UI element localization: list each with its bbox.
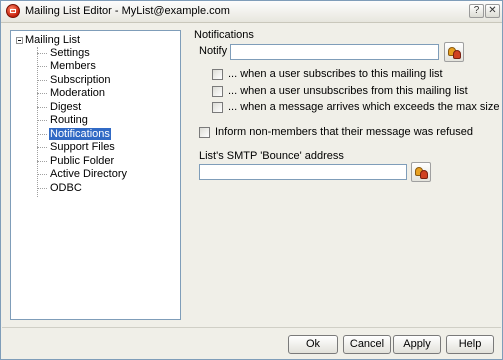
tree-item-label: Settings xyxy=(50,47,90,59)
tree-item-moderation[interactable]: Moderation xyxy=(37,87,106,100)
checkbox-label: Inform non-members that their message wa… xyxy=(215,126,474,138)
close-button[interactable]: ✕ xyxy=(485,4,500,18)
tree-item-label: Active Directory xyxy=(50,168,128,180)
tree-item-notifications[interactable]: Notifications xyxy=(37,128,111,141)
subscribe-notify-checkbox[interactable]: ... when a user subscribes to this maili… xyxy=(212,68,443,81)
tree-item-active-directory[interactable]: Active Directory xyxy=(37,168,128,181)
checkbox[interactable] xyxy=(199,126,210,138)
smtp-bounce-label: List's SMTP 'Bounce' address xyxy=(199,150,344,162)
tree-item-label: Notifications xyxy=(49,128,111,140)
tree-item-subscription[interactable]: Subscription xyxy=(37,74,112,87)
checkbox[interactable] xyxy=(212,68,223,80)
checkbox-label: ... when a user unsubscribes from this m… xyxy=(228,85,468,97)
smtp-address-book-button[interactable] xyxy=(411,162,431,182)
app-icon xyxy=(6,4,20,18)
checkbox-label: ... when a user subscribes to this maili… xyxy=(228,68,443,80)
title-bar[interactable]: Mailing List Editor - MyList@example.com… xyxy=(1,1,502,23)
smtp-bounce-input[interactable] xyxy=(199,164,407,180)
tree-item-settings[interactable]: Settings xyxy=(37,47,91,60)
help-button[interactable]: Help xyxy=(446,335,494,354)
tree-item-label: ODBC xyxy=(50,182,82,194)
tree-item-label: Subscription xyxy=(50,74,111,86)
inform-non-members-checkbox[interactable]: Inform non-members that their message wa… xyxy=(199,126,473,139)
notifications-group-label: Notifications xyxy=(194,29,254,41)
ok-button[interactable]: Ok xyxy=(288,335,338,354)
tree-item-public-folder[interactable]: Public Folder xyxy=(37,155,115,168)
checkbox[interactable] xyxy=(212,101,223,113)
notify-label: Notify xyxy=(199,45,228,57)
tree-item-label: Routing xyxy=(50,114,88,126)
tree-item-digest[interactable]: Digest xyxy=(37,101,82,114)
tree-item-routing[interactable]: Routing xyxy=(37,114,89,127)
help-title-button[interactable]: ? xyxy=(469,4,484,18)
max-size-notify-checkbox[interactable]: ... when a message arrives which exceeds… xyxy=(212,101,503,114)
checkbox[interactable] xyxy=(212,85,223,97)
tree-root-label: Mailing List xyxy=(25,34,81,46)
unsubscribe-notify-checkbox[interactable]: ... when a user unsubscribes from this m… xyxy=(212,85,468,98)
tree-item-support-files[interactable]: Support Files xyxy=(37,141,116,154)
tree-item-odbc[interactable]: ODBC xyxy=(37,182,83,195)
navigation-tree[interactable]: Mailing List Settings Members Subscripti… xyxy=(10,30,181,320)
apply-button[interactable]: Apply xyxy=(393,335,441,354)
notify-address-book-button[interactable] xyxy=(444,42,464,62)
tree-root[interactable]: Mailing List xyxy=(16,33,80,47)
cancel-button[interactable]: Cancel xyxy=(343,335,391,354)
tree-item-label: Support Files xyxy=(50,141,115,153)
collapse-icon[interactable] xyxy=(16,36,23,44)
footer-divider xyxy=(2,327,501,328)
window-title: Mailing List Editor - MyList@example.com xyxy=(25,5,230,17)
tree-item-label: Digest xyxy=(50,101,82,113)
tree-item-label: Public Folder xyxy=(50,155,115,167)
mailing-list-editor-window: Mailing List Editor - MyList@example.com… xyxy=(0,0,503,360)
notify-input[interactable] xyxy=(230,44,439,60)
tree-item-members[interactable]: Members xyxy=(37,60,97,73)
tree-item-label: Members xyxy=(50,60,96,72)
checkbox-label: ... when a message arrives which exceeds… xyxy=(228,101,503,113)
tree-item-label: Moderation xyxy=(50,87,106,99)
